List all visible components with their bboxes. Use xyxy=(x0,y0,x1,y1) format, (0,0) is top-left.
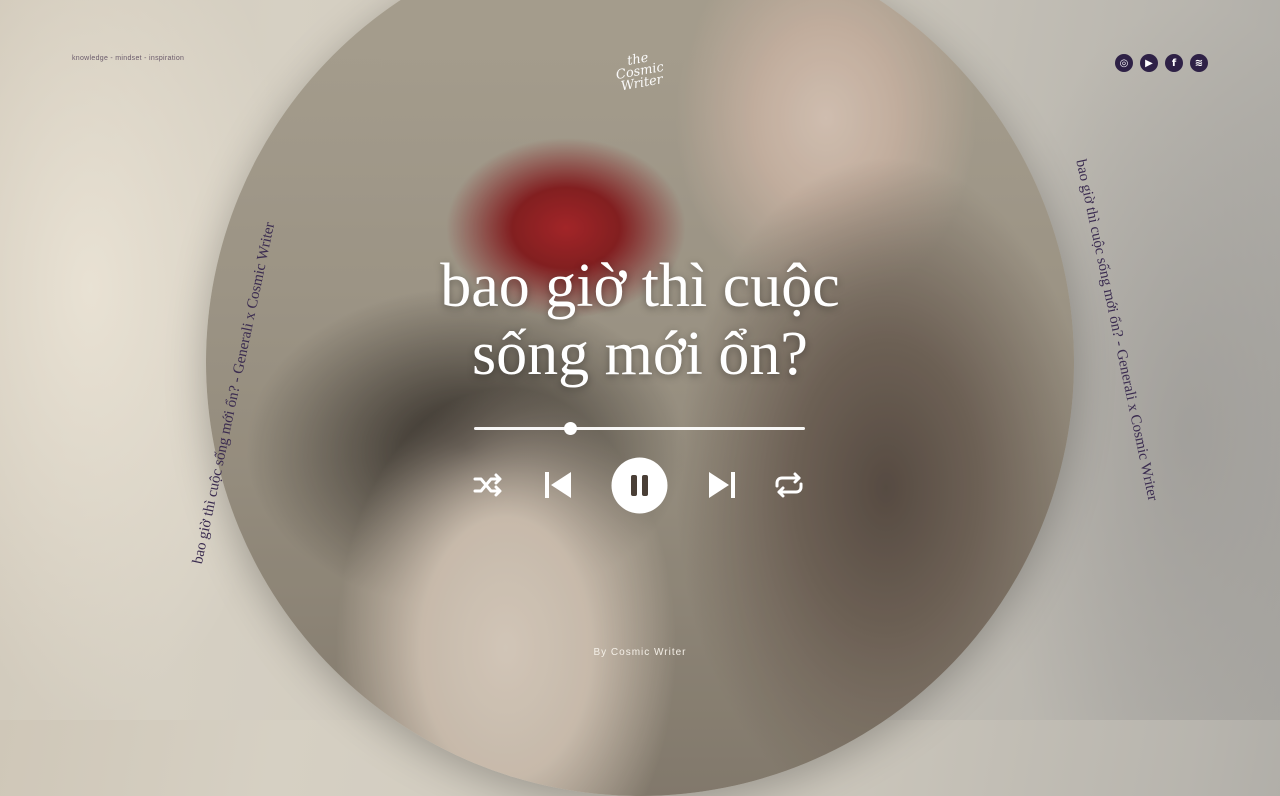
progress-bar[interactable] xyxy=(474,422,805,435)
byline: By Cosmic Writer xyxy=(593,647,687,658)
pause-icon xyxy=(611,457,668,514)
previous-button[interactable] xyxy=(540,469,576,501)
instagram-icon[interactable]: ◎ xyxy=(1115,54,1133,72)
repeat-icon xyxy=(775,472,803,498)
next-button[interactable] xyxy=(704,469,740,501)
tagline: knowledge - mindset - inspiration xyxy=(72,55,185,62)
previous-icon xyxy=(545,472,571,498)
player-controls xyxy=(470,457,810,514)
title-line-2: sống mới ổn? xyxy=(472,320,808,388)
youtube-icon[interactable]: ▶ xyxy=(1140,54,1158,72)
repeat-button[interactable] xyxy=(770,471,808,499)
next-icon xyxy=(709,472,735,498)
pause-button[interactable] xyxy=(611,457,668,514)
album-art-disc xyxy=(206,0,1074,796)
title-line-1: bao giờ thì cuộc xyxy=(440,252,840,320)
shuffle-icon xyxy=(473,473,502,497)
song-title: bao giờ thì cuộc sống mới ổn? xyxy=(340,252,940,388)
spotify-icon[interactable]: ≋ xyxy=(1190,54,1208,72)
social-links: ◎ ▶ f ≋ xyxy=(1115,54,1208,72)
progress-knob[interactable] xyxy=(563,422,577,435)
facebook-icon[interactable]: f xyxy=(1165,54,1183,72)
shuffle-button[interactable] xyxy=(470,471,506,499)
